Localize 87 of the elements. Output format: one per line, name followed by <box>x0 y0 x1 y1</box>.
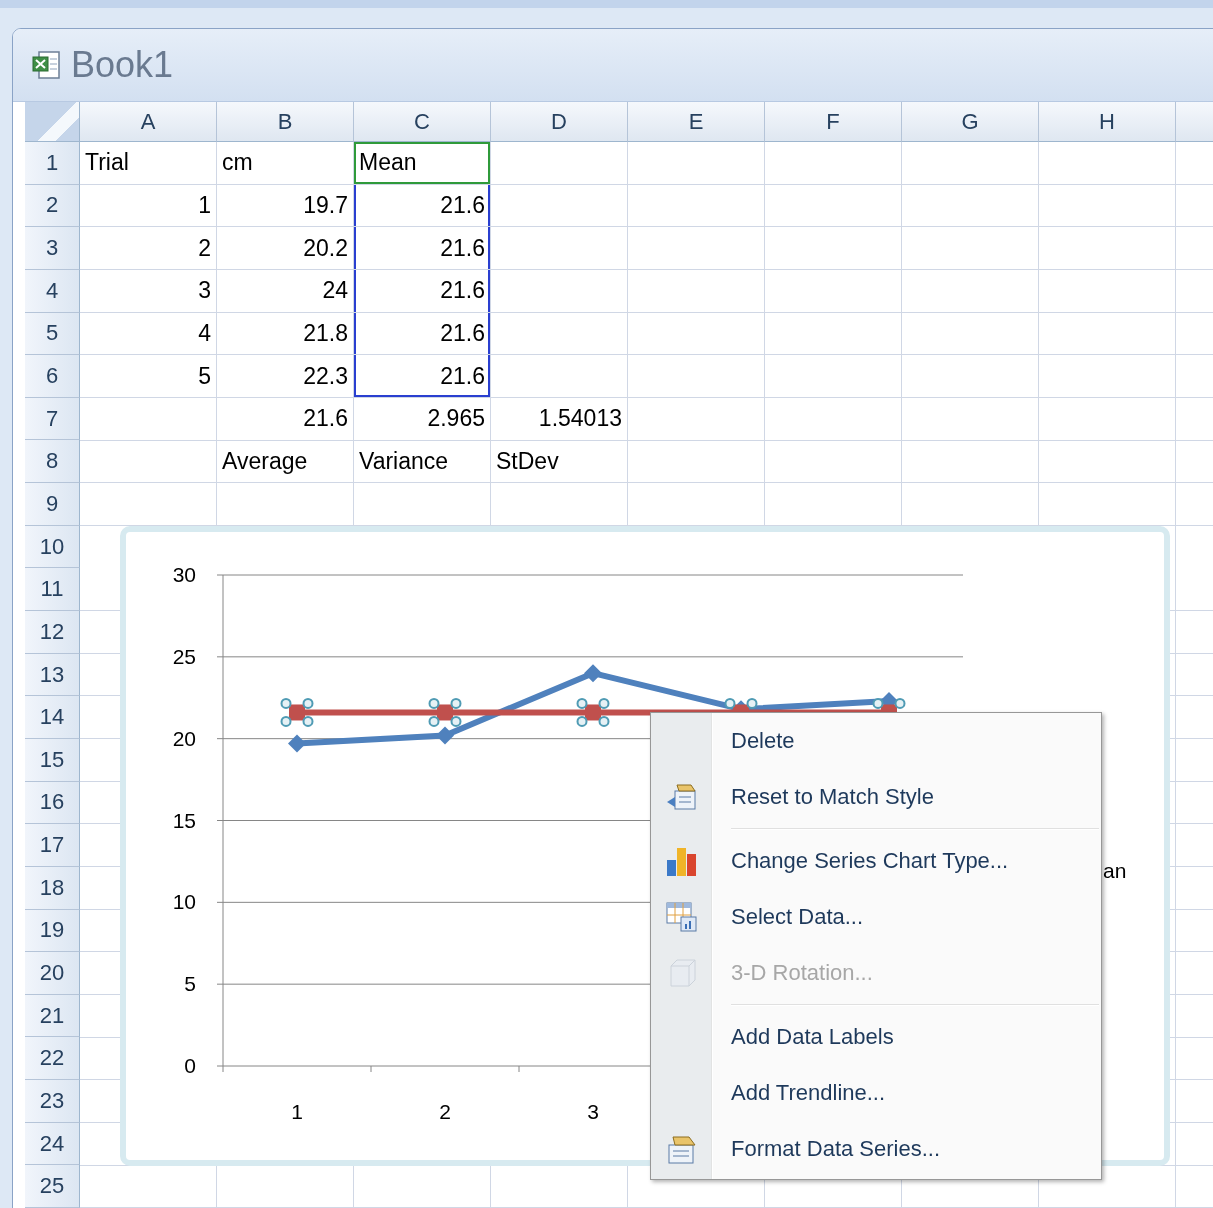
row-header[interactable]: 25 <box>25 1165 80 1208</box>
table-cell[interactable]: Trial <box>80 142 216 184</box>
row-header[interactable]: 16 <box>25 781 80 825</box>
row-header[interactable]: 13 <box>25 653 80 697</box>
column-header[interactable]: D <box>491 102 628 142</box>
y-tick-label: 20 <box>172 726 196 750</box>
row-header[interactable]: 15 <box>25 738 80 782</box>
x-tick-label: 1 <box>291 1100 303 1123</box>
table-cell[interactable]: cm <box>217 142 353 184</box>
table-cell[interactable]: 5 <box>80 355 216 397</box>
window-title: Book1 <box>71 44 174 86</box>
table-cell[interactable]: StDev <box>491 440 627 483</box>
row-header[interactable]: 12 <box>25 611 80 654</box>
table-cell[interactable]: Variance <box>354 440 490 483</box>
y-tick-label: 30 <box>172 563 196 586</box>
table-cell[interactable]: 21.6 <box>354 355 490 397</box>
column-header[interactable]: F <box>765 102 902 142</box>
table-cell[interactable]: 2.965 <box>354 397 490 440</box>
row-header[interactable]: 10 <box>25 525 80 569</box>
row-header[interactable]: 8 <box>25 440 80 484</box>
workbook-icon <box>31 49 63 81</box>
selected-data-point[interactable] <box>428 698 462 727</box>
data-point <box>288 734 306 753</box>
table-cell[interactable]: 21.6 <box>217 397 353 440</box>
row-header[interactable]: 21 <box>25 994 80 1038</box>
row-header[interactable]: 5 <box>25 312 80 356</box>
table-cell[interactable]: Mean <box>354 142 490 184</box>
row-header[interactable]: 17 <box>25 824 80 867</box>
format-icon <box>665 1133 699 1165</box>
column-header[interactable]: G <box>902 102 1039 142</box>
row-header[interactable]: 9 <box>25 483 80 526</box>
data-point <box>584 664 602 683</box>
column-header[interactable]: H <box>1039 102 1176 142</box>
row-header[interactable]: 24 <box>25 1122 80 1166</box>
row-header[interactable]: 6 <box>25 355 80 398</box>
table-cell[interactable]: 24 <box>217 269 353 312</box>
row-header[interactable]: 4 <box>25 269 80 313</box>
table-cell[interactable]: 2 <box>80 227 216 269</box>
menu-item[interactable]: Add Data Labels <box>651 1009 1101 1065</box>
table-cell[interactable]: 21.6 <box>354 312 490 355</box>
menu-item[interactable]: Change Series Chart Type... <box>651 833 1101 889</box>
legend-label: an <box>1103 859 1127 882</box>
row-header[interactable]: 7 <box>25 397 80 441</box>
tick-mark <box>518 1065 520 1073</box>
table-cell[interactable]: Average <box>217 440 353 483</box>
paintbrush-icon <box>665 781 699 813</box>
selected-data-point[interactable] <box>280 698 314 727</box>
table-cell[interactable]: 21.6 <box>354 269 490 312</box>
table-cell[interactable]: 20.2 <box>217 227 353 269</box>
row-header[interactable]: 1 <box>25 142 80 185</box>
row-header[interactable]: 23 <box>25 1080 80 1123</box>
column-header[interactable]: B <box>217 102 354 142</box>
row-header[interactable]: 2 <box>25 184 80 228</box>
y-tick-label: 10 <box>172 890 196 914</box>
menu-item[interactable]: Reset to Match Style <box>651 769 1101 825</box>
y-tick-label: 5 <box>184 972 196 996</box>
column-header[interactable]: C <box>354 102 491 142</box>
row-header[interactable]: 20 <box>25 952 80 995</box>
menu-item[interactable]: Delete <box>651 713 1101 769</box>
row-header[interactable]: 14 <box>25 696 80 739</box>
table-cell[interactable]: 21.6 <box>354 227 490 269</box>
row-header[interactable]: 3 <box>25 227 80 270</box>
menu-item[interactable]: Add Trendline... <box>651 1065 1101 1121</box>
menu-item[interactable]: Select Data... <box>651 889 1101 945</box>
row-header[interactable]: 11 <box>25 568 80 612</box>
row-header[interactable]: 18 <box>25 866 80 910</box>
y-tick-label: 0 <box>184 1054 196 1077</box>
row-header[interactable]: 22 <box>25 1037 80 1081</box>
y-tick-label: 15 <box>172 808 196 832</box>
table-cell[interactable]: 1 <box>80 184 216 227</box>
table-cell[interactable]: 21.8 <box>217 312 353 355</box>
y-tick-label: 25 <box>172 644 196 668</box>
table-cell[interactable]: 3 <box>80 269 216 312</box>
column-header[interactable]: A <box>80 102 217 142</box>
x-tick-label: 3 <box>587 1100 599 1123</box>
selected-data-point[interactable] <box>576 698 610 727</box>
data-point <box>436 726 454 745</box>
table-cell[interactable]: 1.54013 <box>491 397 627 440</box>
table-cell[interactable]: 4 <box>80 312 216 355</box>
table-cell[interactable]: 19.7 <box>217 184 353 227</box>
table-cell[interactable]: 21.6 <box>354 184 490 227</box>
x-tick-label: 2 <box>439 1100 451 1123</box>
column-header[interactable]: E <box>628 102 765 142</box>
table-cell[interactable]: 22.3 <box>217 355 353 397</box>
table-icon <box>665 900 699 934</box>
tick-mark <box>370 1065 372 1073</box>
row-header[interactable]: 19 <box>25 909 80 953</box>
